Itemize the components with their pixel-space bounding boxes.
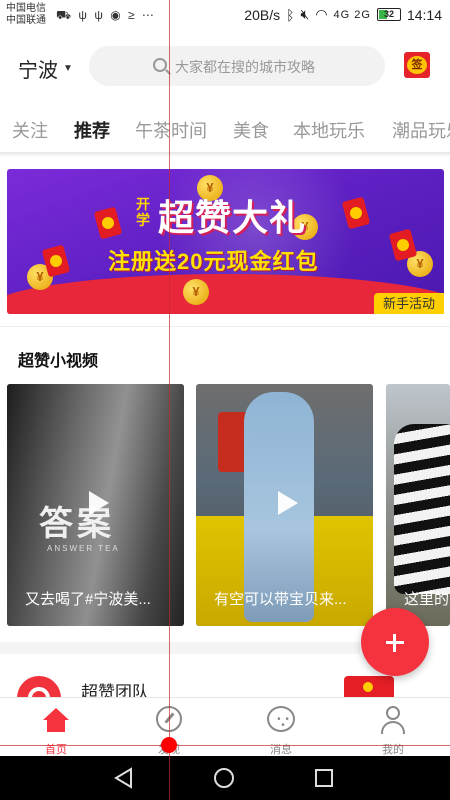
section-divider — [0, 326, 450, 327]
search-header: 宁波 ▼ 大家都在搜的城市攻略 签 — [0, 40, 450, 92]
recent-apps-icon[interactable] — [314, 768, 334, 788]
checkin-icon: 签 — [407, 56, 427, 74]
bottom-navigation: 首页 发现 • • • 消息 我的 — [0, 697, 450, 756]
coin-icon: ¥ — [183, 279, 209, 305]
city-selector[interactable]: 宁波 ▼ — [18, 54, 73, 83]
banner-kai: 开学 — [136, 196, 150, 228]
video-card[interactable]: 有空可以带宝贝来... — [196, 384, 373, 626]
nav-profile-label: 我的 — [382, 744, 404, 756]
bluetooth-icon: ᛒ — [286, 6, 295, 23]
nav-messages-label: 消息 — [270, 744, 292, 756]
message-icon: • • • — [267, 706, 295, 732]
home-button-icon[interactable] — [213, 767, 235, 789]
user-icon — [380, 706, 406, 734]
nav-home-label: 首页 — [45, 744, 67, 756]
search-input[interactable]: 大家都在搜的城市攻略 — [89, 46, 385, 86]
play-icon — [88, 491, 109, 515]
banner-title: 超赞大礼 — [158, 197, 307, 238]
add-post-button[interactable] — [361, 608, 429, 676]
tab-trend[interactable]: 潮品玩乐 — [392, 117, 450, 143]
video-caption: 这里的 — [404, 591, 450, 608]
touch-guide-horizontal — [0, 745, 450, 746]
mute-icon: 🔇︎ — [300, 6, 310, 22]
video-card[interactable]: 这里的 — [386, 384, 450, 626]
search-icon — [153, 58, 167, 72]
red-envelope-icon[interactable] — [344, 676, 394, 698]
video-section-title: 超赞小视频 — [18, 353, 99, 370]
tab-afternoon-tea[interactable]: 午茶时间 — [135, 117, 207, 143]
banner-subtitle: 注册送20元现金红包 — [108, 249, 319, 274]
section-divider — [0, 642, 360, 654]
search-placeholder: 大家都在搜的城市攻略 — [175, 59, 315, 75]
carrier-info: 中国电信 中国联通 — [6, 3, 46, 27]
tabs-divider — [0, 152, 450, 157]
carrier-1: 中国电信 — [6, 3, 46, 14]
red-envelope-icon — [93, 206, 123, 240]
wifi-icon: ◠ — [315, 6, 328, 22]
category-tabs: 关注 推荐 午茶时间 美食 本地玩乐 潮品玩乐 — [0, 108, 450, 152]
play-icon — [277, 491, 298, 515]
signal-icon: 4G 2G — [333, 8, 371, 21]
status-bar: 中国电信 中国联通 ⛟ ψ ψ ◉ ≥ ⋯ 20B/s ᛒ 🔇︎ ◠ 4G 2G… — [0, 0, 450, 32]
clock: 14:14 — [406, 6, 442, 23]
video-card[interactable]: 答案 ANSWER TEA 又去喝了#宁波美... — [7, 384, 184, 626]
video-thumbnail — [394, 424, 450, 594]
battery-icon: 32 — [376, 8, 401, 21]
back-icon[interactable] — [113, 767, 135, 794]
video-logo-sub: ANSWER TEA — [47, 544, 120, 553]
touch-guide-vertical — [169, 0, 170, 800]
video-caption: 有空可以带宝贝来... — [214, 591, 347, 608]
checkin-button[interactable]: 签 — [404, 52, 430, 78]
caret-down-icon: ▼ — [63, 63, 73, 74]
tab-recommend[interactable]: 推荐 — [74, 117, 110, 143]
carrier-2: 中国联通 — [6, 15, 46, 26]
touch-indicator — [161, 737, 177, 753]
system-navigation-bar — [0, 756, 450, 800]
network-speed: 20B/s — [244, 6, 281, 23]
status-right: 20B/s ᛒ 🔇︎ ◠ 4G 2G 32 14:14 — [244, 6, 442, 23]
home-icon — [43, 708, 69, 732]
plus-icon — [386, 634, 404, 652]
notification-icons: ⛟ ψ ψ ◉ ≥ ⋯ — [56, 8, 156, 22]
red-envelope-icon — [388, 228, 418, 262]
tab-local-fun[interactable]: 本地玩乐 — [293, 117, 365, 143]
city-name: 宁波 — [18, 60, 58, 82]
newbie-activity-tag[interactable]: 新手活动 — [374, 293, 444, 314]
tab-food[interactable]: 美食 — [233, 117, 269, 143]
tab-follow[interactable]: 关注 — [12, 117, 48, 143]
video-caption: 又去喝了#宁波美... — [25, 591, 151, 608]
